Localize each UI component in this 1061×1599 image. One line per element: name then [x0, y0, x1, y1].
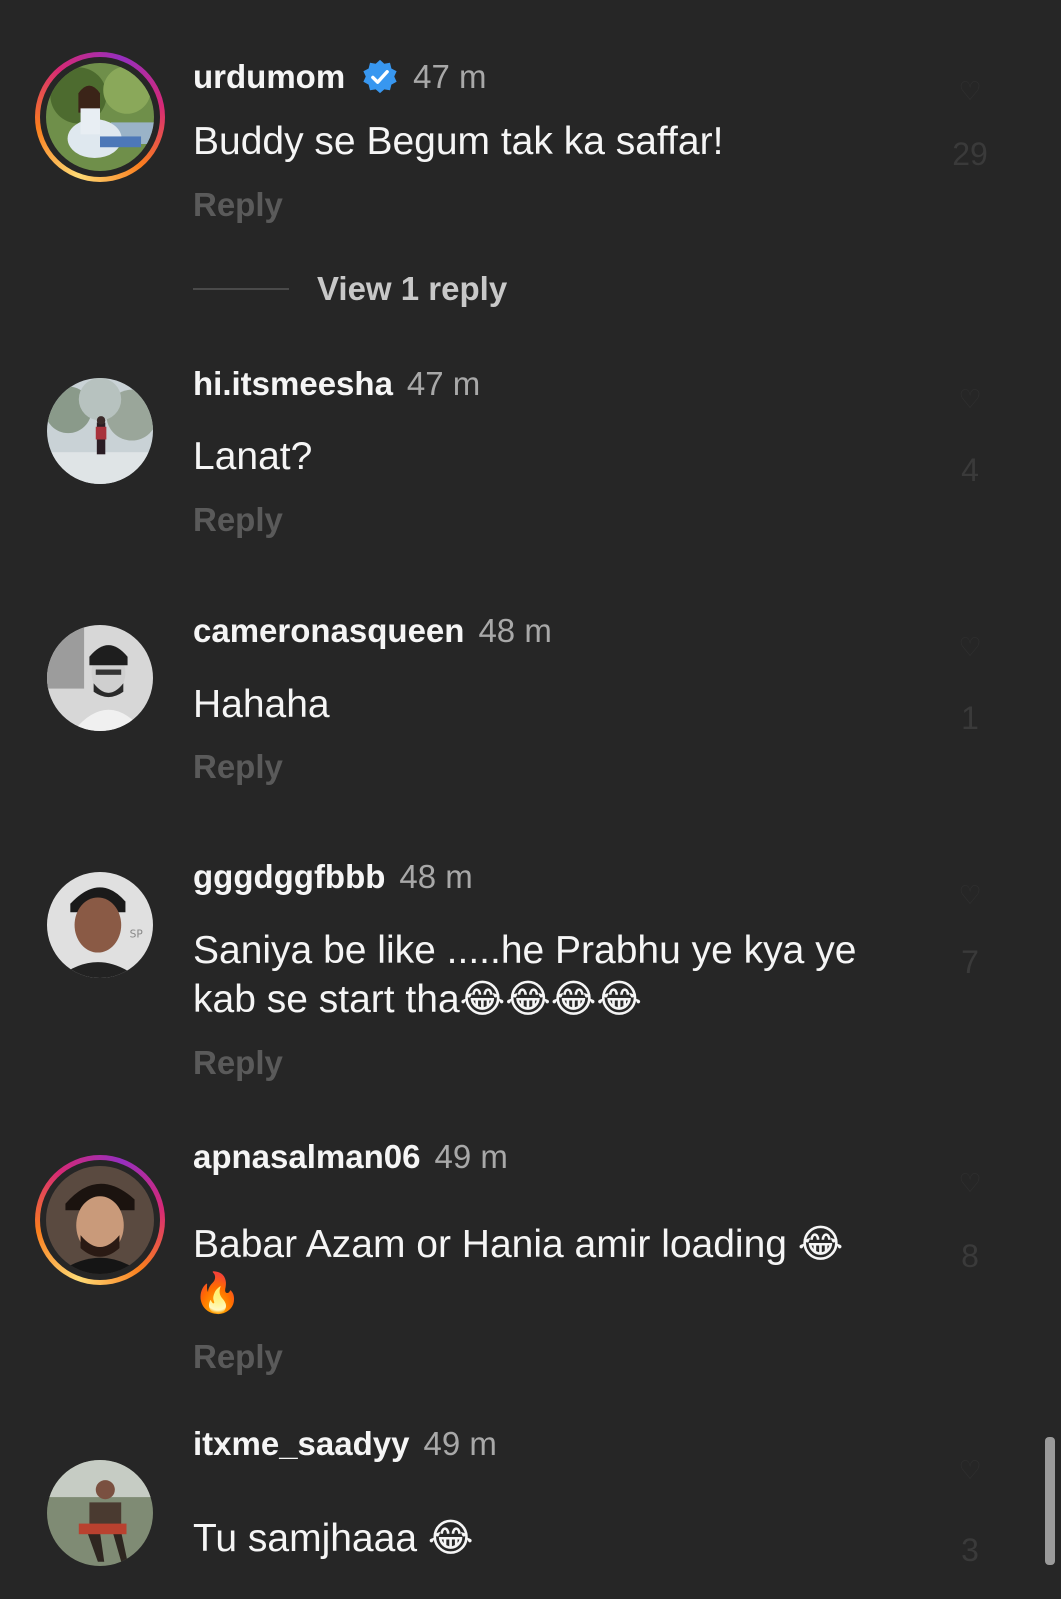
comment-text: Buddy se Begum tak ka saffar! [193, 120, 724, 163]
divider [193, 288, 289, 290]
heart-icon[interactable]: ♡ [950, 1168, 990, 1199]
comment-username[interactable]: itxme_saadyy [193, 1425, 409, 1463]
reply-button[interactable]: Reply [193, 1044, 283, 1082]
comment-username[interactable]: hi.itsmeesha [193, 365, 393, 403]
comment-text: Saniya be like .....he Prabhu ye kya ye … [193, 926, 893, 1024]
like-count: 1 [961, 700, 979, 736]
comment-timestamp: 49 m [423, 1425, 497, 1462]
heart-icon[interactable]: ♡ [950, 384, 990, 415]
like-count: 4 [961, 452, 979, 488]
heart-icon[interactable]: ♡ [950, 632, 990, 663]
comment-timestamp: 47 m [406, 365, 481, 402]
comment-timestamp: 48 m [399, 858, 473, 895]
avatar-wrapper[interactable] [47, 625, 153, 731]
view-replies-label: View 1 reply [317, 270, 508, 307]
avatar-story-ring[interactable] [35, 1155, 165, 1285]
comment-username[interactable]: apnasalman06 [193, 1138, 420, 1176]
comment-text-line: Saniya be like .....he Prabhu ye kya ye [193, 929, 857, 972]
comment-timestamp: 47 m [413, 58, 487, 95]
like-count: 7 [961, 944, 979, 980]
reply-button[interactable]: Reply [193, 501, 283, 539]
avatar [46, 1166, 154, 1274]
reply-button[interactable]: Reply [193, 1338, 283, 1376]
avatar-wrapper[interactable] [47, 1460, 153, 1566]
avatar-wrapper[interactable]: SP [47, 872, 153, 978]
comment-text-line: 🔥 [193, 1272, 242, 1315]
comment-username[interactable]: gggdggfbbb [193, 858, 385, 896]
reply-button[interactable]: Reply [193, 186, 283, 224]
scrollbar[interactable] [1045, 1437, 1055, 1565]
view-replies-button[interactable]: View 1 reply [193, 270, 507, 308]
comment-text: Babar Azam or Hania amir loading 😂 🔥 [193, 1220, 893, 1318]
comment-username[interactable]: urdumom [193, 58, 345, 96]
heart-icon[interactable]: ♡ [950, 1455, 990, 1486]
comment-username[interactable]: cameronasqueen [193, 612, 464, 650]
avatar: SP [47, 872, 153, 978]
comment-timestamp: 48 m [478, 612, 552, 649]
like-count: 3 [961, 1532, 979, 1568]
avatar-wrapper[interactable] [47, 378, 153, 484]
avatar [47, 378, 153, 484]
avatar [47, 625, 153, 731]
svg-text:SP: SP [130, 929, 144, 941]
comment-text-line: Babar Azam or Hania amir loading 😂 [193, 1223, 844, 1266]
comment-text: Tu samjhaaa 😂 [193, 1517, 474, 1560]
avatar [46, 63, 154, 171]
comment-timestamp: 49 m [434, 1138, 508, 1175]
heart-icon[interactable]: ♡ [950, 880, 990, 911]
like-count: 29 [952, 136, 988, 172]
verified-badge-icon [363, 59, 397, 94]
avatar [47, 1460, 153, 1566]
avatar-story-ring[interactable] [35, 52, 165, 182]
comment-text: Hahaha [193, 683, 330, 726]
like-count: 8 [961, 1238, 979, 1274]
heart-icon[interactable]: ♡ [950, 76, 990, 107]
comment-text: Lanat? [193, 435, 313, 478]
reply-button[interactable]: Reply [193, 748, 283, 786]
comment-text-line: kab se start tha😂😂😂😂 [193, 978, 642, 1021]
